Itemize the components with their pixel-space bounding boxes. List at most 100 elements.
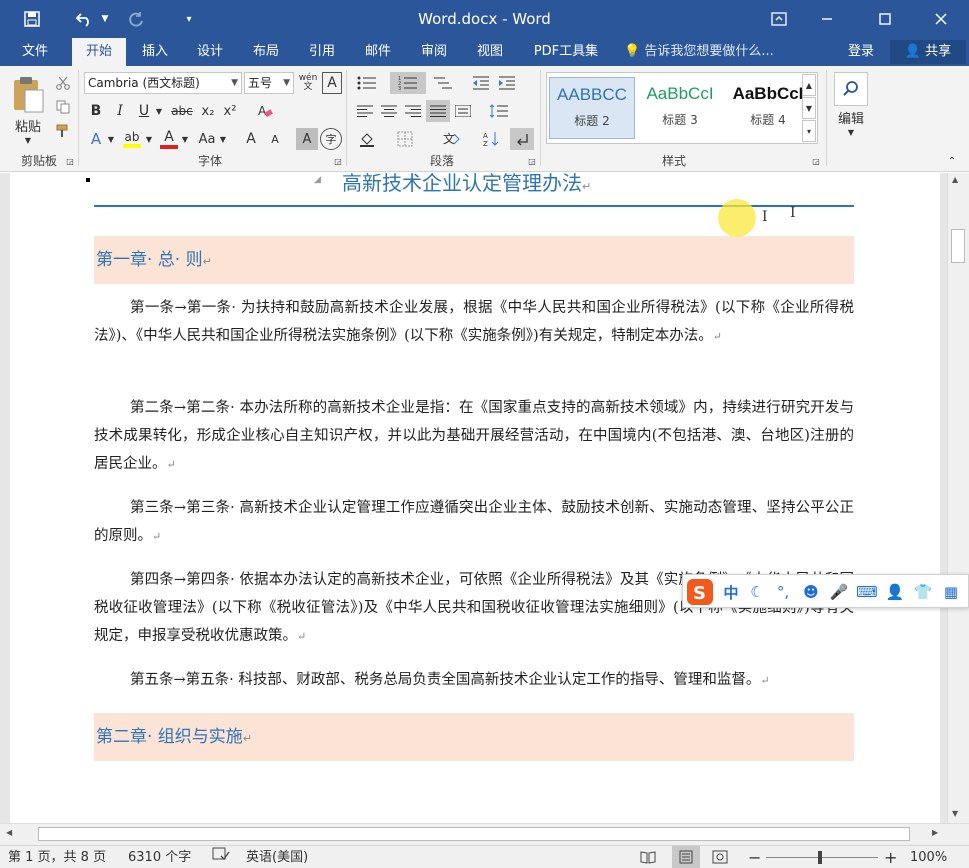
highlight-icon[interactable]: ab <box>120 128 144 150</box>
phonetic-guide-icon[interactable]: wén 文 <box>298 72 318 94</box>
enclose-characters-icon[interactable]: 字 <box>320 128 342 150</box>
multilevel-list-icon[interactable] <box>428 72 458 94</box>
zoom-in-button[interactable]: + <box>884 846 897 868</box>
paragraph[interactable]: 第一条→第一条· 为扶持和鼓励高新技术企业发展，根据《中华人民共和国企业所得税法… <box>94 294 854 351</box>
scroll-left-icon[interactable]: ◀ <box>6 828 12 837</box>
skin-icon[interactable]: 👕 <box>911 575 935 609</box>
microphone-icon[interactable]: 🎤 <box>827 575 851 609</box>
keyboard-icon[interactable]: ⌨ <box>855 575 879 609</box>
chapter-heading[interactable]: 第二章· 组织与实施↵ <box>94 713 854 761</box>
show-marks-icon[interactable] <box>510 128 534 150</box>
zoom-slider-track[interactable] <box>766 857 878 858</box>
document-page[interactable]: ◢ 高新技术企业认定管理办法↵ 第一章· 总· 则↵ 第一条→第一条· 为扶持和… <box>10 173 940 823</box>
horizontal-scrollbar[interactable]: ◀ ▶ <box>0 823 969 845</box>
shrink-font-icon[interactable]: A <box>264 128 286 150</box>
collapse-heading-icon[interactable]: ◢ <box>314 175 321 185</box>
change-case-dropdown-icon[interactable]: ▼ <box>218 128 228 150</box>
toolbox-icon[interactable]: ▦ <box>939 575 963 609</box>
emoji-icon[interactable]: ☻ <box>799 575 823 609</box>
clear-formatting-icon[interactable]: A <box>254 100 276 122</box>
copy-icon[interactable] <box>54 98 72 116</box>
text-effects-icon[interactable]: A <box>86 128 106 150</box>
change-case-icon[interactable]: Aa <box>196 128 218 150</box>
tab-review[interactable]: 审阅 <box>408 38 460 66</box>
styles-more-icon[interactable]: ▾ <box>802 120 816 142</box>
vertical-scrollbar[interactable]: ▲ ▼ <box>947 173 969 823</box>
paragraph[interactable]: 第三条→第三条· 高新技术企业认定管理工作应遵循突出企业主体、鼓励技术创新、实施… <box>94 494 854 551</box>
scroll-right-icon[interactable]: ▶ <box>932 828 938 837</box>
user-icon[interactable]: 👤 <box>883 575 907 609</box>
web-layout-icon[interactable] <box>712 846 728 868</box>
tab-pdf-tools[interactable]: PDF工具集 <box>522 38 610 66</box>
paragraph-launcher-icon[interactable]: ◲ <box>528 156 536 166</box>
font-color-icon[interactable]: A <box>158 128 180 150</box>
paste-dropdown-icon[interactable]: ▼ <box>20 134 36 146</box>
text-effects-dropdown-icon[interactable]: ▼ <box>106 128 116 150</box>
paste-label[interactable]: 粘贴 <box>8 116 48 135</box>
editing-dropdown-icon[interactable]: ▼ <box>844 126 858 138</box>
align-right-icon[interactable] <box>402 100 424 122</box>
horizontal-scroll-thumb[interactable] <box>38 827 910 841</box>
scroll-down-icon[interactable]: ▼ <box>952 809 958 818</box>
chinese-layout-icon[interactable]: 文 <box>434 128 468 150</box>
align-left-icon[interactable] <box>354 100 376 122</box>
tab-view[interactable]: 视图 <box>464 38 516 66</box>
language-indicator[interactable]: 英语(美国) <box>246 846 308 868</box>
underline-dropdown-icon[interactable]: ▼ <box>154 100 164 122</box>
tell-me-box[interactable]: 💡 告诉我您想要做什么... <box>624 38 774 66</box>
highlight-dropdown-icon[interactable]: ▼ <box>144 128 154 150</box>
tab-mailings[interactable]: 邮件 <box>352 38 404 66</box>
character-border-icon[interactable]: A <box>322 72 342 94</box>
print-layout-icon[interactable] <box>672 846 700 868</box>
style-heading-4[interactable]: AaBbCcI 标题 4 <box>725 77 811 139</box>
tab-home[interactable]: 开始 <box>72 38 126 66</box>
font-size-combo[interactable]: 五号 ▼ <box>244 72 294 94</box>
ribbon-display-icon[interactable] <box>762 0 796 38</box>
zoom-out-button[interactable]: − <box>748 846 761 868</box>
undo-dropdown-icon[interactable]: ▼ <box>98 0 112 38</box>
login-link[interactable]: 登录 <box>848 38 874 66</box>
proofing-icon[interactable] <box>212 846 230 868</box>
cut-icon[interactable] <box>54 74 72 92</box>
tab-insert[interactable]: 插入 <box>130 38 180 66</box>
increase-indent-icon[interactable] <box>496 72 518 94</box>
italic-button[interactable]: I <box>110 100 130 122</box>
style-heading-2[interactable]: AABBCC 标题 2 <box>549 77 635 139</box>
collapse-ribbon-icon[interactable]: ⌃ <box>944 154 960 168</box>
justify-icon[interactable] <box>426 100 450 122</box>
bullets-icon[interactable] <box>354 72 380 94</box>
tab-file[interactable]: 文件 <box>6 38 64 66</box>
align-center-icon[interactable] <box>378 100 400 122</box>
paragraph[interactable]: 第五条→第五条· 科技部、财政部、税务总局负责全国高新技术企业认定工作的指导、管… <box>94 666 854 695</box>
close-icon[interactable] <box>924 0 958 38</box>
font-name-combo[interactable]: Cambria (西文标题) ▼ <box>84 72 242 94</box>
styles-scroll-up-icon[interactable]: ▲ <box>802 74 816 96</box>
vertical-scroll-thumb[interactable] <box>951 229 965 263</box>
paste-icon[interactable] <box>8 72 48 116</box>
ime-mode-toggle[interactable]: 中 <box>719 575 743 609</box>
undo-icon[interactable] <box>70 0 98 38</box>
grow-font-icon[interactable]: A <box>240 128 262 150</box>
zoom-slider-thumb[interactable] <box>818 851 822 864</box>
chapter-heading[interactable]: 第一章· 总· 则↵ <box>94 236 854 284</box>
share-button[interactable]: 👤 共享 <box>890 40 966 64</box>
moon-icon[interactable]: ☾ <box>745 575 769 609</box>
format-painter-icon[interactable] <box>54 122 72 140</box>
save-icon[interactable] <box>18 0 46 38</box>
superscript-button[interactable]: x² <box>220 100 240 122</box>
document-title[interactable]: 高新技术企业认定管理办法↵ <box>342 173 591 197</box>
zoom-level[interactable]: 100% <box>910 846 947 868</box>
paragraph[interactable]: 第二条→第二条· 本办法所称的高新技术企业是指：在《国家重点支持的高新技术领域》… <box>94 394 854 479</box>
read-mode-icon[interactable] <box>640 846 656 868</box>
minimize-icon[interactable] <box>810 0 844 38</box>
word-count[interactable]: 6310 个字 <box>128 846 191 868</box>
sogou-logo-icon[interactable]: S <box>683 575 717 609</box>
sort-icon[interactable]: AZ <box>480 128 502 150</box>
editing-label[interactable]: 编辑 <box>828 108 874 127</box>
font-color-dropdown-icon[interactable]: ▼ <box>180 128 190 150</box>
decrease-indent-icon[interactable] <box>470 72 492 94</box>
tab-references[interactable]: 引用 <box>296 38 348 66</box>
maximize-icon[interactable] <box>868 0 902 38</box>
styles-scroll-down-icon[interactable]: ▼ <box>802 97 816 119</box>
numbering-icon[interactable]: 123 <box>390 72 426 94</box>
